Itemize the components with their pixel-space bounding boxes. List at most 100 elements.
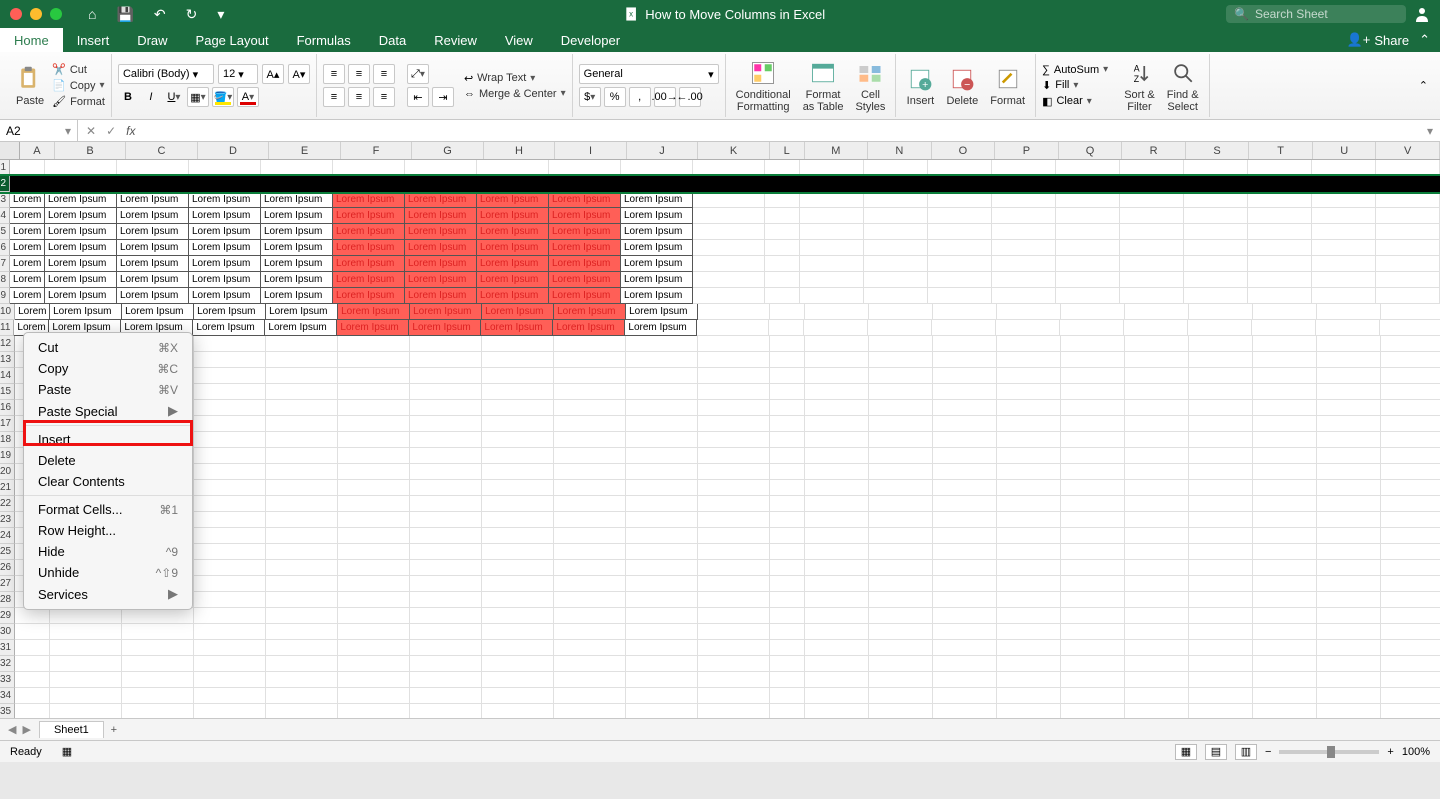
cell[interactable] [266, 384, 338, 400]
font-name-select[interactable]: Calibri (Body)▾ [118, 64, 214, 84]
cell[interactable] [933, 480, 997, 496]
cell[interactable] [698, 576, 770, 592]
cell[interactable] [1381, 688, 1440, 704]
cell[interactable] [1381, 448, 1440, 464]
cell[interactable] [1061, 624, 1125, 640]
cell[interactable] [1381, 384, 1440, 400]
cell[interactable]: Lorem Ipsum [549, 288, 621, 304]
cell[interactable]: Lorem Ipsum [549, 272, 621, 288]
cell[interactable] [1317, 480, 1381, 496]
col-header-O[interactable]: O [932, 142, 996, 159]
cell[interactable] [1056, 176, 1120, 192]
cell[interactable]: Lorem Ipsum [10, 272, 45, 288]
cell[interactable] [805, 496, 869, 512]
cell[interactable] [698, 688, 770, 704]
col-header-D[interactable]: D [198, 142, 270, 159]
align-top-button[interactable]: ≡ [323, 64, 345, 84]
row-header[interactable]: 5 [0, 224, 10, 240]
cell[interactable] [997, 544, 1061, 560]
cell[interactable] [338, 560, 410, 576]
cell[interactable] [869, 416, 933, 432]
cell[interactable] [693, 240, 765, 256]
cell[interactable] [266, 400, 338, 416]
ctx-delete[interactable]: Delete [24, 450, 192, 471]
cell[interactable] [770, 608, 805, 624]
cell[interactable] [693, 176, 765, 192]
ctx-cut[interactable]: Cut⌘X [24, 337, 192, 358]
cell[interactable] [765, 272, 800, 288]
cell[interactable] [1312, 272, 1376, 288]
cell[interactable] [698, 416, 770, 432]
cell[interactable] [997, 496, 1061, 512]
zoom-window[interactable] [50, 8, 62, 20]
cell[interactable] [997, 560, 1061, 576]
cell[interactable] [1125, 560, 1189, 576]
cell[interactable] [698, 704, 770, 718]
cell[interactable]: Lorem Ipsum [621, 272, 693, 288]
cell[interactable] [693, 288, 765, 304]
row-header[interactable]: 22 [0, 496, 15, 512]
cell[interactable] [1056, 256, 1120, 272]
cell[interactable] [1125, 384, 1189, 400]
cell[interactable] [928, 208, 992, 224]
row-header[interactable]: 31 [0, 640, 15, 656]
cell[interactable] [698, 496, 770, 512]
cell[interactable] [800, 240, 864, 256]
cell[interactable]: Lorem Ipsum [549, 256, 621, 272]
cell[interactable] [626, 480, 698, 496]
cell[interactable] [626, 576, 698, 592]
cell[interactable] [189, 176, 261, 192]
cell[interactable] [1061, 688, 1125, 704]
cell[interactable] [997, 592, 1061, 608]
cell[interactable] [1376, 272, 1440, 288]
cell[interactable] [1189, 704, 1253, 718]
cell[interactable] [410, 672, 482, 688]
ctx-clear-contents[interactable]: Clear Contents [24, 471, 192, 492]
cell[interactable] [626, 704, 698, 718]
cell[interactable] [1125, 576, 1189, 592]
cell[interactable] [698, 480, 770, 496]
cell[interactable] [1056, 192, 1120, 208]
cell[interactable] [266, 368, 338, 384]
align-right-button[interactable]: ≡ [373, 87, 395, 107]
cell[interactable] [869, 592, 933, 608]
cell[interactable] [864, 160, 928, 176]
cell[interactable] [1253, 480, 1317, 496]
expand-formula-bar[interactable]: ▾ [1420, 124, 1440, 138]
cell[interactable] [1189, 384, 1253, 400]
cell[interactable] [864, 272, 928, 288]
cell[interactable] [770, 304, 805, 320]
cell[interactable] [1061, 608, 1125, 624]
cell[interactable] [194, 656, 266, 672]
cell[interactable] [869, 544, 933, 560]
cell[interactable] [693, 160, 765, 176]
cell[interactable] [554, 576, 626, 592]
cell[interactable] [1317, 576, 1381, 592]
cell[interactable] [1381, 512, 1440, 528]
cell[interactable] [698, 672, 770, 688]
cell[interactable] [410, 512, 482, 528]
cell[interactable] [410, 432, 482, 448]
cell[interactable] [869, 496, 933, 512]
cell[interactable] [1061, 496, 1125, 512]
cell[interactable] [117, 176, 189, 192]
col-header-S[interactable]: S [1186, 142, 1250, 159]
cell[interactable] [1061, 432, 1125, 448]
cell[interactable] [410, 416, 482, 432]
cell[interactable] [928, 272, 992, 288]
cell[interactable] [554, 368, 626, 384]
cell[interactable] [1253, 528, 1317, 544]
cell[interactable] [1248, 288, 1312, 304]
row-header[interactable]: 13 [0, 352, 15, 368]
cell[interactable] [194, 592, 266, 608]
cell[interactable] [1381, 432, 1440, 448]
row-header[interactable]: 15 [0, 384, 15, 400]
cell[interactable] [410, 704, 482, 718]
normal-view-button[interactable]: ▦ [1175, 744, 1197, 760]
cell[interactable]: Lorem Ipsum [45, 240, 117, 256]
row-header[interactable]: 9 [0, 288, 10, 304]
cell[interactable] [626, 544, 698, 560]
cell[interactable] [338, 448, 410, 464]
cell[interactable] [869, 608, 933, 624]
cell-styles-button[interactable]: Cell Styles [851, 59, 889, 113]
